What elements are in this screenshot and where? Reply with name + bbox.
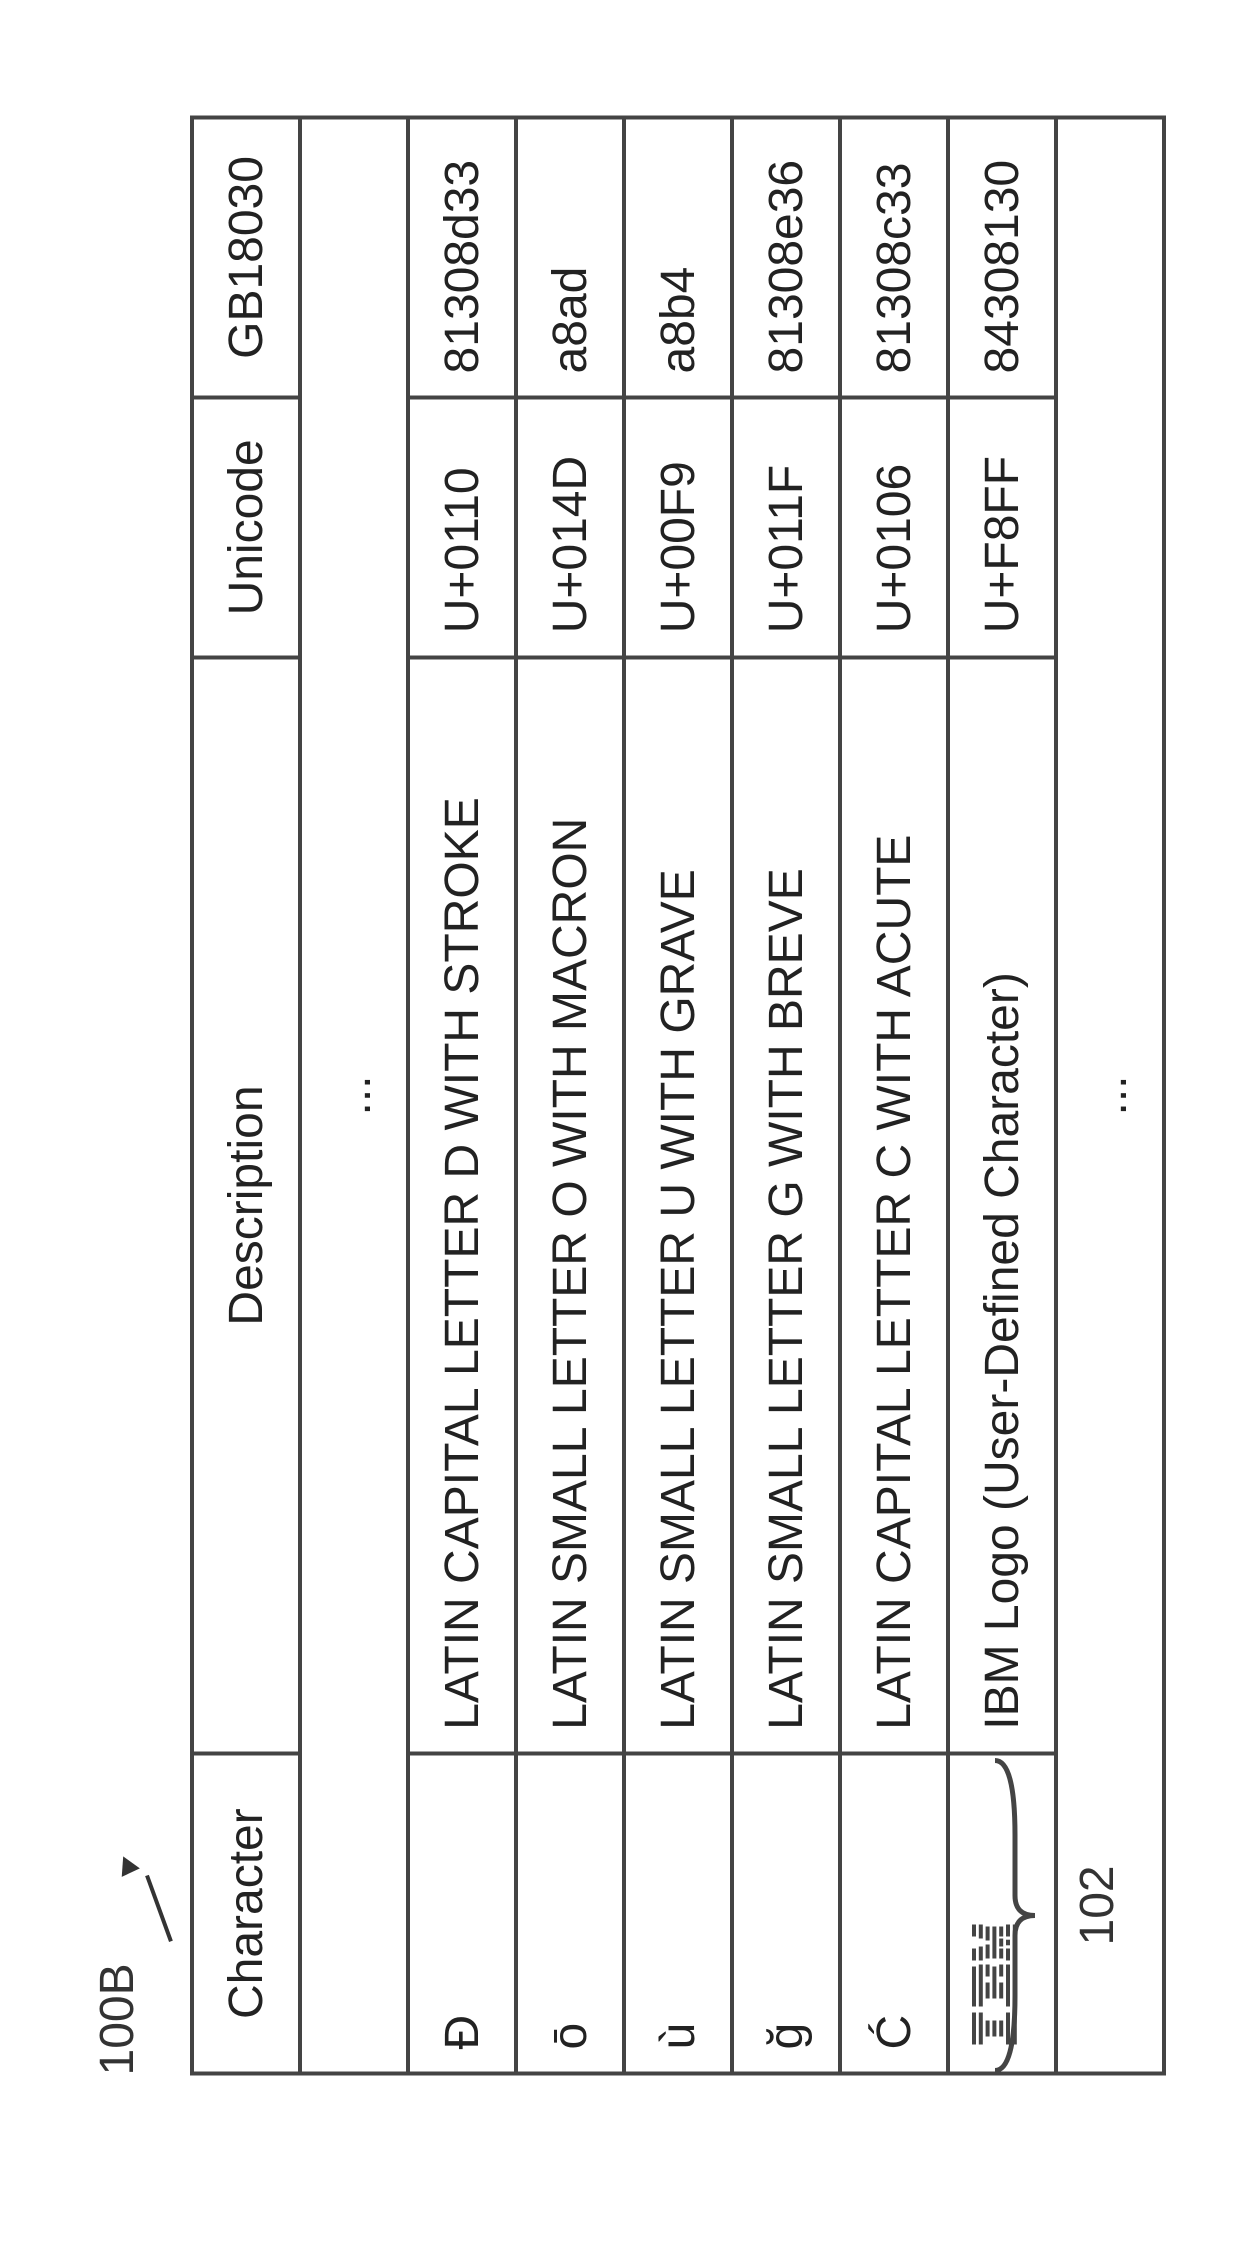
row-callout: 102 [990,1745,1130,2075]
table-ellipsis-row: ... [300,117,408,2073]
table-row: ù LATIN SMALL LETTER U WITH GRAVE U+00F9… [624,117,732,2073]
figure-label: 100B [90,1963,145,2075]
cell-character: ō [516,1753,624,2073]
header-unicode: Unicode [192,397,300,657]
figure-arrow-icon [105,1855,165,1945]
header-character: Character [192,1753,300,2073]
cell-gb18030: 84308130 [948,117,1056,397]
table-row: Đ LATIN CAPITAL LETTER D WITH STROKE U+0… [408,117,516,2073]
table-row: ğ LATIN SMALL LETTER G WITH BREVE U+011F… [732,117,840,2073]
cell-gb18030: 81308d33 [408,117,516,397]
cell-unicode: U+011F [732,397,840,657]
cell-character: ù [624,1753,732,2073]
callout-number: 102 [1070,1865,1125,1945]
ellipsis-cell: ... [300,117,408,2073]
cell-gb18030: a8b4 [624,117,732,397]
table-row: Ć LATIN CAPITAL LETTER C WITH ACUTE U+01… [840,117,948,2073]
cell-unicode: U+F8FF [948,397,1056,657]
cell-description: LATIN SMALL LETTER O WITH MACRON [516,657,624,1753]
cell-character: Đ [408,1753,516,2073]
brace-icon [990,1755,1050,2075]
cell-gb18030: 81308c33 [840,117,948,397]
rotated-container: 100B Character Description Unicode GB180… [0,0,1240,2245]
header-gb18030: GB18030 [192,117,300,397]
cell-character: ğ [732,1753,840,2073]
cell-description: LATIN SMALL LETTER U WITH GRAVE [624,657,732,1753]
cell-unicode: U+014D [516,397,624,657]
header-description: Description [192,657,300,1753]
table-row: ō LATIN SMALL LETTER O WITH MACRON U+014… [516,117,624,2073]
table-header-row: Character Description Unicode GB18030 [192,117,300,2073]
cell-description: LATIN CAPITAL LETTER D WITH STROKE [408,657,516,1753]
cell-unicode: U+0106 [840,397,948,657]
cell-character: Ć [840,1753,948,2073]
cell-unicode: U+00F9 [624,397,732,657]
cell-description: LATIN CAPITAL LETTER C WITH ACUTE [840,657,948,1753]
cell-description: LATIN SMALL LETTER G WITH BREVE [732,657,840,1753]
cell-gb18030: 81308e36 [732,117,840,397]
cell-description: IBM Logo (User-Defined Character) [948,657,1056,1753]
cell-gb18030: a8ad [516,117,624,397]
cell-unicode: U+0110 [408,397,516,657]
